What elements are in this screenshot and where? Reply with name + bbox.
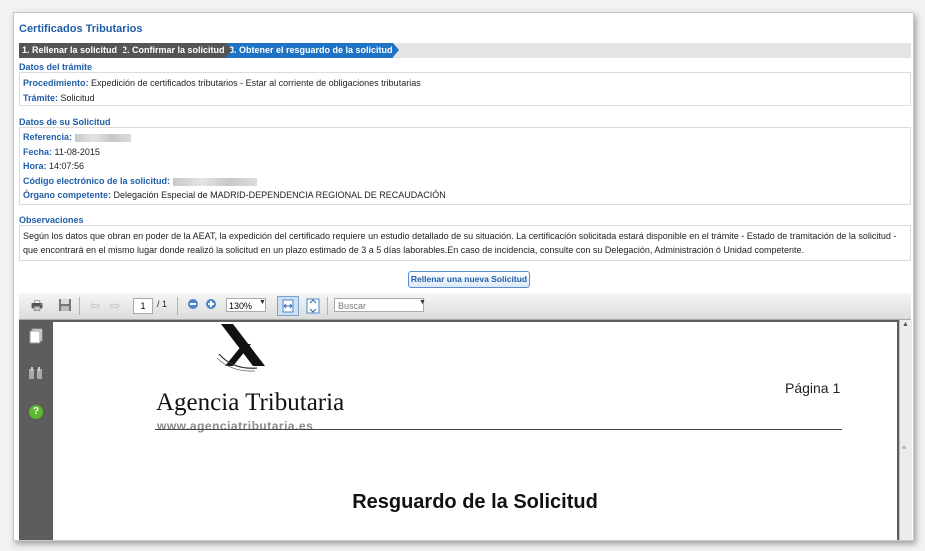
zoom-out-icon[interactable]: [185, 298, 201, 314]
toolbar-separator: [79, 297, 80, 315]
tramite-box: Procedimiento: Expedición de certificado…: [19, 72, 911, 106]
app-window: Certificados Tributarios 1. Rellenar la …: [13, 12, 914, 541]
tramite-label: Trámite:: [23, 93, 59, 103]
section-heading-solicitud: Datos de su Solicitud: [19, 117, 111, 127]
wizard-steps: 1. Rellenar la solicitud 2. Confirmar la…: [19, 43, 911, 58]
divider: [155, 429, 842, 430]
chevron-down-icon[interactable]: ▼: [419, 299, 426, 306]
pdf-sidebar: ?: [19, 320, 52, 540]
fit-page-icon[interactable]: [305, 298, 321, 314]
save-icon[interactable]: [57, 298, 73, 314]
next-page-icon[interactable]: ⇨: [107, 298, 123, 314]
document-page-label: Página 1: [785, 380, 841, 396]
fit-width-icon[interactable]: [277, 296, 299, 316]
page-title: Certificados Tributarios: [19, 23, 143, 35]
procedimiento-row: Procedimiento: Expedición de certificado…: [23, 78, 421, 88]
page-number-input[interactable]: 1: [133, 298, 153, 314]
fecha-label: Fecha:: [23, 147, 53, 157]
pdf-viewer: 🖶 ⇦ ⇨ 1 / 1 130% ▼ Buscar ▼ ? Agencia Tr…: [19, 293, 912, 540]
organo-value: Delegación Especial de MADRID-DEPENDENCI…: [113, 190, 446, 200]
organo-label: Órgano competente:: [23, 190, 112, 200]
toolbar-separator: [327, 297, 328, 315]
logo-web: www.agenciatributaria.es: [157, 419, 314, 433]
tramite-row: Trámite: Solicitud: [23, 93, 95, 103]
scroll-up-icon[interactable]: ▲: [902, 321, 909, 328]
pdf-toolbar: 🖶 ⇦ ⇨ 1 / 1 130% ▼ Buscar ▼: [19, 293, 911, 320]
solicitud-box: Referencia: Fecha: 11-08-2015 Hora: 14:0…: [19, 127, 911, 205]
fecha-row: Fecha: 11-08-2015: [23, 147, 100, 157]
logo-text: Agencia Tributaria: [156, 389, 345, 416]
agency-logo-icon: [216, 324, 265, 372]
document-title: Resguardo de la Solicitud: [352, 491, 598, 513]
toolbar-separator: [177, 297, 178, 315]
hora-value: 14:07:56: [49, 161, 85, 171]
organo-row: Órgano competente: Delegación Especial d…: [23, 190, 446, 200]
procedimiento-value: Expedición de certificados tributarios -…: [91, 78, 421, 88]
observaciones-text: Según los datos que obran en poder de la…: [23, 231, 897, 255]
redacted-value: [74, 133, 131, 142]
section-heading-observaciones: Observaciones: [19, 215, 84, 225]
search-input[interactable]: Buscar: [334, 298, 424, 312]
step-2[interactable]: 2. Confirmar la solicitud: [119, 43, 226, 58]
fecha-value: 11-08-2015: [54, 147, 100, 157]
tramite-value: Solicitud: [60, 93, 95, 103]
step-arrow: [393, 43, 399, 57]
scroll-grip-icon[interactable]: ≡: [902, 445, 906, 452]
step-arrow: [226, 43, 232, 57]
step-3-active[interactable]: 3. Obtener el resguardo de la solicitud: [226, 43, 393, 58]
redacted-value: [172, 177, 257, 186]
section-heading-tramite: Datos del trámite: [19, 62, 93, 72]
pages-icon[interactable]: [28, 328, 44, 344]
referencia-label: Referencia:: [23, 132, 73, 142]
chevron-down-icon[interactable]: ▼: [259, 299, 266, 306]
observaciones-box: Según los datos que obran en poder de la…: [19, 225, 911, 261]
pdf-page: Agencia Tributaria www.agenciatributaria…: [53, 322, 897, 540]
zoom-in-icon[interactable]: [203, 298, 219, 314]
vertical-scrollbar[interactable]: ▲ ≡: [899, 320, 912, 540]
prev-page-icon[interactable]: ⇦: [87, 298, 103, 314]
referencia-row: Referencia:: [23, 132, 131, 142]
step-arrow: [119, 43, 125, 57]
step-1[interactable]: 1. Rellenar la solicitud: [19, 43, 119, 58]
new-request-button[interactable]: Rellenar una nueva Solicitud: [408, 271, 530, 288]
help-icon[interactable]: ?: [29, 405, 43, 419]
codigo-label: Código electrónico de la solicitud:: [23, 176, 171, 186]
hora-label: Hora:: [23, 161, 47, 171]
print-icon[interactable]: 🖶: [29, 298, 45, 314]
page-total: / 1: [157, 299, 168, 309]
hora-row: Hora: 14:07:56: [23, 161, 84, 171]
codigo-row: Código electrónico de la solicitud:: [23, 176, 257, 186]
attachments-icon[interactable]: [28, 366, 44, 382]
procedimiento-label: Procedimiento:: [23, 78, 89, 88]
